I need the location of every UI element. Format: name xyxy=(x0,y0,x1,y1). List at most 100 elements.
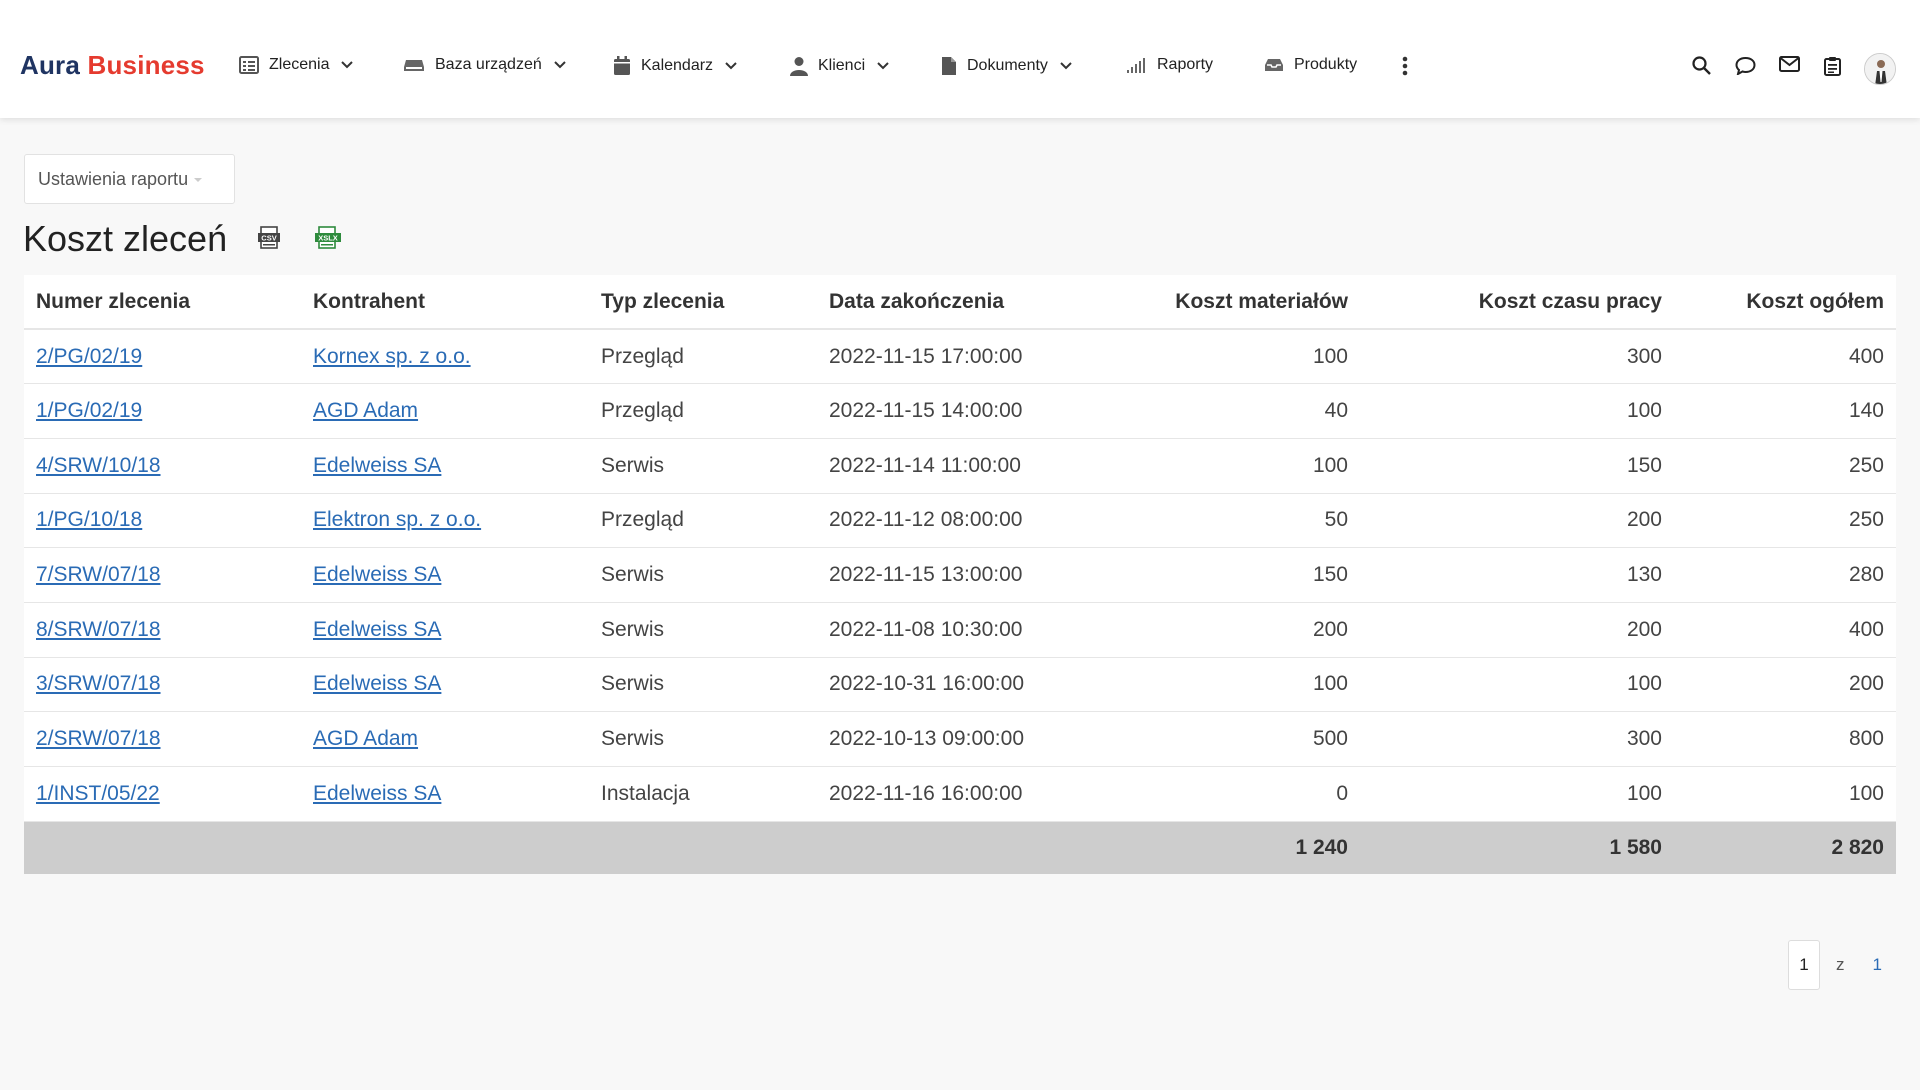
mail-icon xyxy=(1779,56,1800,72)
cell-order-type: Przegląd xyxy=(589,383,817,439)
table-header-row: Numer zlecenia Kontrahent Typ zlecenia D… xyxy=(24,275,1896,330)
cell-order-type: Instalacja xyxy=(589,766,817,822)
cell-labor-cost: 130 xyxy=(1360,547,1674,603)
cell-labor-cost: 300 xyxy=(1360,711,1674,767)
cell-order-number: 4/SRW/10/18 xyxy=(24,438,301,494)
export-xlsx-button[interactable]: XSLX xyxy=(314,226,342,255)
report-settings-dropdown[interactable]: Ustawienia raportu xyxy=(24,154,235,204)
contractor-link[interactable]: Kornex sp. z o.o. xyxy=(313,345,471,368)
cell-material-cost: 100 xyxy=(1102,329,1360,385)
tasks-button[interactable] xyxy=(1824,56,1841,76)
order-number-link[interactable]: 4/SRW/10/18 xyxy=(36,454,161,477)
cell-end-date: 2022-10-31 16:00:00 xyxy=(817,657,1102,713)
pagination-last-page[interactable]: 1 xyxy=(1873,955,1882,975)
cell-order-type: Serwis xyxy=(589,547,817,603)
order-number-link[interactable]: 3/SRW/07/18 xyxy=(36,672,161,695)
order-number-link[interactable]: 8/SRW/07/18 xyxy=(36,618,161,641)
table-row: 7/SRW/07/18 Edelweiss SA Serwis 2022-11-15 … xyxy=(24,547,1896,603)
chevron-down-icon xyxy=(341,61,354,69)
search-button[interactable] xyxy=(1692,56,1711,75)
nav-item-zlecenia[interactable]: Zlecenia xyxy=(239,56,354,74)
nav-label-baza-urzadzen: Baza urządzeń xyxy=(435,56,542,73)
messages-button[interactable] xyxy=(1735,56,1756,75)
table-row: 1/PG/10/18 Elektron sp. z o.o. Przegląd 202… xyxy=(24,493,1896,549)
order-number-link[interactable]: 1/PG/02/19 xyxy=(36,399,142,422)
order-number-link[interactable]: 2/SRW/07/18 xyxy=(36,727,161,750)
cell-contractor: Edelweiss SA xyxy=(301,438,589,494)
contractor-link[interactable]: AGD Adam xyxy=(313,399,418,422)
cell-contractor: AGD Adam xyxy=(301,711,589,767)
pagination-current-page[interactable]: 1 xyxy=(1788,940,1820,990)
column-header-order-number[interactable]: Numer zlecenia xyxy=(24,275,301,330)
cell-labor-cost: 200 xyxy=(1360,602,1674,658)
column-header-contractor[interactable]: Kontrahent xyxy=(301,275,589,330)
brand-logo[interactable]: Aura Business xyxy=(20,50,205,81)
contractor-link[interactable]: Edelweiss SA xyxy=(313,618,441,641)
order-number-link[interactable]: 1/PG/10/18 xyxy=(36,508,142,531)
contractor-link[interactable]: Elektron sp. z o.o. xyxy=(313,508,481,531)
inbox-icon xyxy=(1265,59,1283,71)
cell-labor-cost: 150 xyxy=(1360,438,1674,494)
cell-end-date: 2022-11-12 08:00:00 xyxy=(817,493,1102,549)
column-header-end-date[interactable]: Data zakończenia xyxy=(817,275,1102,330)
nav-item-produkty[interactable]: Produkty xyxy=(1264,56,1357,74)
cell-material-cost: 40 xyxy=(1102,383,1360,439)
cell-total-cost: 140 xyxy=(1674,383,1896,439)
contractor-link[interactable]: Edelweiss SA xyxy=(313,454,441,477)
contractor-link[interactable]: Edelweiss SA xyxy=(313,672,441,695)
column-header-material-cost[interactable]: Koszt materiałów xyxy=(1102,275,1360,330)
cell-end-date: 2022-11-08 10:30:00 xyxy=(817,602,1102,658)
cell-order-type: Serwis xyxy=(589,711,817,767)
cell-contractor: Edelweiss SA xyxy=(301,547,589,603)
cell-order-type: Serwis xyxy=(589,438,817,494)
avatar[interactable] xyxy=(1864,53,1896,85)
totals-row: 1 240 1 580 2 820 xyxy=(24,821,1896,875)
table-row: 2/PG/02/19 Kornex sp. z o.o. Przegląd 2022-… xyxy=(24,329,1896,385)
cell-contractor: AGD Adam xyxy=(301,383,589,439)
cell-material-cost: 200 xyxy=(1102,602,1360,658)
export-csv-button[interactable]: CSV xyxy=(257,226,283,255)
cell-end-date: 2022-11-14 11:00:00 xyxy=(817,438,1102,494)
cell-order-type: Serwis xyxy=(589,657,817,713)
table-row: 8/SRW/07/18 Edelweiss SA Serwis 2022-11-08 … xyxy=(24,602,1896,658)
cell-order-type: Serwis xyxy=(589,602,817,658)
cell-total-cost: 250 xyxy=(1674,493,1896,549)
cell-order-type: Przegląd xyxy=(589,329,817,385)
nav-label-dokumenty: Dokumenty xyxy=(967,57,1048,74)
cell-end-date: 2022-11-16 16:00:00 xyxy=(817,766,1102,822)
table-row: 3/SRW/07/18 Edelweiss SA Serwis 2022-10-31 … xyxy=(24,657,1896,713)
csv-file-icon: CSV xyxy=(258,226,280,249)
cell-order-number: 8/SRW/07/18 xyxy=(24,602,301,658)
column-header-total-cost[interactable]: Koszt ogółem xyxy=(1674,275,1896,330)
order-number-link[interactable]: 7/SRW/07/18 xyxy=(36,563,161,586)
cell-order-number: 7/SRW/07/18 xyxy=(24,547,301,603)
cell-contractor: Edelweiss SA xyxy=(301,602,589,658)
order-number-link[interactable]: 1/INST/05/22 xyxy=(36,782,160,805)
contractor-link[interactable]: Edelweiss SA xyxy=(313,563,441,586)
nav-item-baza-urzadzen[interactable]: Baza urządzeń xyxy=(403,56,566,74)
nav-item-klienci[interactable]: Klienci xyxy=(790,56,889,76)
order-number-link[interactable]: 2/PG/02/19 xyxy=(36,345,142,368)
cell-order-number: 1/PG/10/18 xyxy=(24,493,301,549)
brand-name-part2: Business xyxy=(87,50,205,80)
contractor-link[interactable]: AGD Adam xyxy=(313,727,418,750)
total-overall-cost: 2 820 xyxy=(1674,821,1896,875)
page-title: Koszt zleceń xyxy=(23,218,228,259)
cell-material-cost: 50 xyxy=(1102,493,1360,549)
mail-button[interactable] xyxy=(1779,56,1800,72)
more-menu-button[interactable] xyxy=(1402,56,1408,76)
nav-item-dokumenty[interactable]: Dokumenty xyxy=(941,56,1072,76)
report-settings-label: Ustawienia raportu xyxy=(38,168,189,189)
cell-labor-cost: 200 xyxy=(1360,493,1674,549)
chevron-down-icon xyxy=(725,62,737,70)
nav-item-kalendarz[interactable]: Kalendarz xyxy=(613,56,737,76)
nav-label-produkty: Produkty xyxy=(1294,56,1358,73)
cell-end-date: 2022-11-15 14:00:00 xyxy=(817,383,1102,439)
cell-material-cost: 100 xyxy=(1102,657,1360,713)
column-header-order-type[interactable]: Typ zlecenia xyxy=(589,275,817,330)
chat-icon xyxy=(1735,56,1756,75)
contractor-link[interactable]: Edelweiss SA xyxy=(313,782,441,805)
column-header-labor-cost[interactable]: Koszt czasu pracy xyxy=(1360,275,1674,330)
nav-item-raporty[interactable]: Raporty xyxy=(1127,56,1213,74)
brand-name-part1: Aura xyxy=(20,50,81,80)
